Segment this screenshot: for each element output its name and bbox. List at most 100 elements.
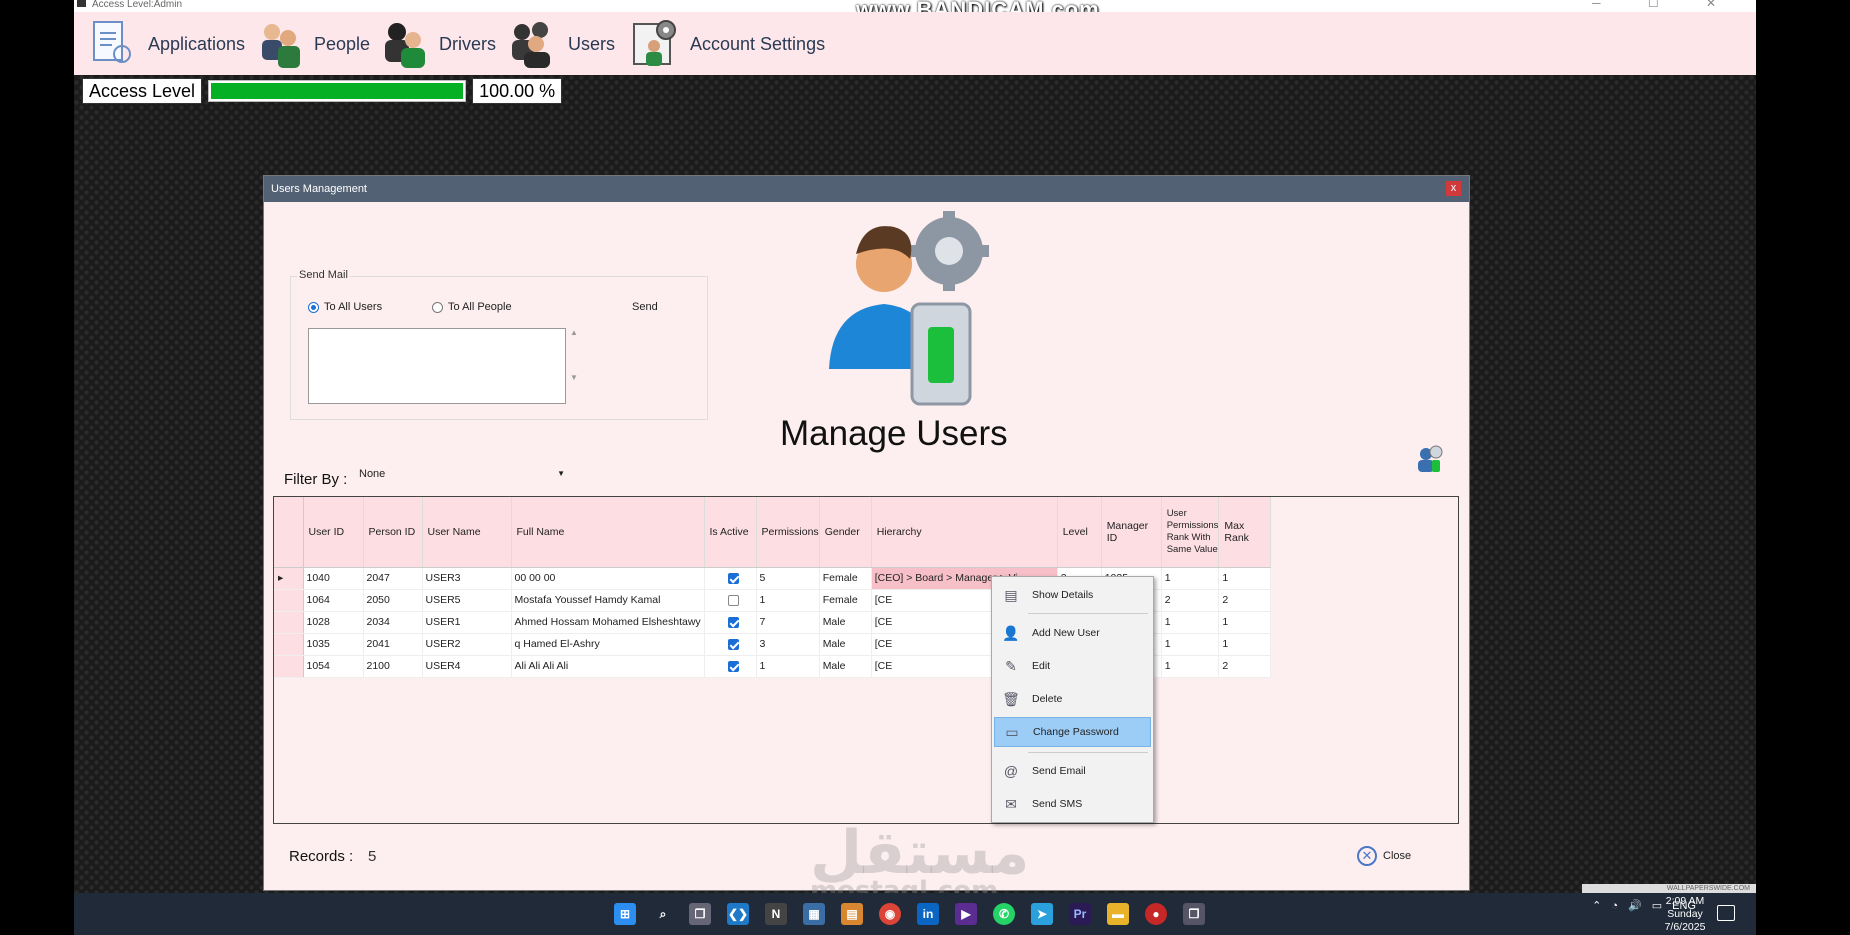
visual-studio-icon[interactable]: ▶: [955, 903, 977, 925]
users-grid[interactable]: User ID Person ID User Name Full Name Is…: [273, 496, 1459, 824]
cell-permissions[interactable]: 5: [756, 567, 820, 590]
menu-applications[interactable]: Applications: [88, 16, 245, 72]
dialog-close-button[interactable]: x: [1446, 181, 1461, 196]
ctx-add-new-user[interactable]: 👤 Add New User: [994, 618, 1151, 648]
cell-person-id[interactable]: 2100: [363, 655, 423, 678]
col-person-id[interactable]: Person ID: [363, 497, 423, 568]
window-switch-icon[interactable]: ❐: [1183, 903, 1205, 925]
window-controls[interactable]: ─ ☐ ✕: [1592, 0, 1738, 9]
cell-rank-same[interactable]: 1: [1161, 655, 1220, 678]
cell-user-id[interactable]: 1035: [303, 633, 364, 656]
cell-max-rank[interactable]: 2: [1218, 589, 1272, 612]
notification-icon[interactable]: [1717, 905, 1735, 921]
cell-max-rank[interactable]: 2: [1218, 655, 1272, 678]
taskbar-clock[interactable]: 2:09 AM Sunday 7/6/2025: [1644, 895, 1726, 934]
cell-is-active[interactable]: [704, 567, 757, 590]
cell-max-rank[interactable]: 1: [1218, 611, 1272, 634]
col-level[interactable]: Level: [1057, 497, 1102, 568]
record-icon[interactable]: ●: [1145, 903, 1167, 925]
row-header[interactable]: [274, 589, 304, 612]
ctx-show-details[interactable]: ▤ Show Details: [994, 580, 1151, 610]
app-icon-running[interactable]: ▤: [841, 903, 863, 925]
cell-is-active[interactable]: [704, 655, 757, 678]
col-manager-id[interactable]: Manager ID: [1101, 497, 1162, 568]
notion-icon[interactable]: N: [765, 903, 787, 925]
chrome-icon[interactable]: ◉: [879, 903, 901, 925]
cell-full-name[interactable]: Mostafa Youssef Hamdy Kamal: [511, 589, 705, 612]
cell-user-id[interactable]: 1054: [303, 655, 364, 678]
file-explorer-icon[interactable]: ▬: [1107, 903, 1129, 925]
linkedin-icon[interactable]: in: [917, 903, 939, 925]
whatsapp-icon[interactable]: ✆: [993, 903, 1015, 925]
ctx-edit[interactable]: ✎ Edit: [994, 651, 1151, 681]
cell-max-rank[interactable]: 1: [1218, 633, 1272, 656]
cell-user-name[interactable]: USER2: [422, 633, 512, 656]
cell-rank-same[interactable]: 1: [1161, 611, 1220, 634]
start-icon[interactable]: ⊞: [614, 903, 636, 925]
cell-person-id[interactable]: 2047: [363, 567, 423, 590]
calculator-icon[interactable]: ▦: [803, 903, 825, 925]
cell-max-rank[interactable]: 1: [1218, 567, 1272, 590]
row-header[interactable]: [274, 633, 304, 656]
mail-scrollbar[interactable]: ▲ ▼: [568, 328, 580, 404]
menu-users[interactable]: Users: [508, 16, 615, 72]
chevron-up-icon[interactable]: ⌃: [1592, 899, 1601, 912]
cell-gender[interactable]: Male: [819, 611, 872, 634]
cell-is-active[interactable]: [704, 589, 757, 612]
col-rank-same-value[interactable]: User Permissions Rank With Same Value: [1161, 497, 1220, 568]
radio-to-all-people[interactable]: To All People: [432, 301, 512, 313]
cell-gender[interactable]: Male: [819, 655, 872, 678]
col-user-name[interactable]: User Name: [422, 497, 512, 568]
cell-rank-same[interactable]: 1: [1161, 567, 1220, 590]
menu-account-settings[interactable]: Account Settings: [630, 16, 825, 72]
cell-user-name[interactable]: USER3: [422, 567, 512, 590]
row-header[interactable]: [274, 655, 304, 678]
vscode-icon[interactable]: ❮❯: [727, 903, 749, 925]
menu-drivers[interactable]: Drivers: [379, 16, 496, 72]
network-icon[interactable]: ◔: [1611, 900, 1618, 912]
cell-rank-same[interactable]: 2: [1161, 589, 1220, 612]
is-active-checkbox[interactable]: [727, 572, 739, 584]
cell-user-id[interactable]: 1064: [303, 589, 364, 612]
cell-person-id[interactable]: 2034: [363, 611, 423, 634]
cell-gender[interactable]: Male: [819, 633, 872, 656]
row-header[interactable]: ▸: [274, 567, 304, 590]
cell-full-name[interactable]: q Hamed El-Ashry: [511, 633, 705, 656]
cell-user-id[interactable]: 1028: [303, 611, 364, 634]
add-user-button[interactable]: [1414, 444, 1444, 474]
cell-permissions[interactable]: 7: [756, 611, 820, 634]
premiere-icon[interactable]: Pr: [1069, 903, 1091, 925]
send-button[interactable]: Send: [632, 301, 658, 313]
cell-is-active[interactable]: [704, 611, 757, 634]
filter-by-select[interactable]: None ▼: [354, 466, 569, 484]
col-full-name[interactable]: Full Name: [511, 497, 705, 568]
mail-message-textarea[interactable]: [308, 328, 566, 404]
is-active-checkbox[interactable]: [727, 616, 739, 628]
cell-permissions[interactable]: 3: [756, 633, 820, 656]
col-is-active[interactable]: Is Active: [704, 497, 757, 568]
cell-person-id[interactable]: 2050: [363, 589, 423, 612]
is-active-checkbox[interactable]: [727, 660, 739, 672]
menu-people[interactable]: People: [254, 16, 370, 72]
is-active-checkbox[interactable]: [727, 594, 739, 606]
col-max-rank[interactable]: Max Rank: [1218, 497, 1272, 568]
col-gender[interactable]: Gender: [819, 497, 872, 568]
search-icon[interactable]: ⌕: [652, 903, 674, 925]
volume-icon[interactable]: 🔊: [1628, 899, 1642, 912]
cell-is-active[interactable]: [704, 633, 757, 656]
radio-to-all-users[interactable]: To All Users: [308, 301, 382, 313]
ctx-send-email[interactable]: @ Send Email: [994, 756, 1151, 786]
ctx-change-password[interactable]: ▭ Change Password: [994, 717, 1151, 747]
cell-full-name[interactable]: 00 00 00: [511, 567, 705, 590]
cell-rank-same[interactable]: 1: [1161, 633, 1220, 656]
cell-user-name[interactable]: USER4: [422, 655, 512, 678]
cell-person-id[interactable]: 2041: [363, 633, 423, 656]
close-button[interactable]: ✕ Close: [1357, 846, 1411, 866]
ctx-send-sms[interactable]: ✉ Send SMS: [994, 789, 1151, 819]
col-hierarchy[interactable]: Hierarchy: [871, 497, 1058, 568]
task-view-icon[interactable]: ❐: [689, 903, 711, 925]
cell-user-id[interactable]: 1040: [303, 567, 364, 590]
cell-permissions[interactable]: 1: [756, 655, 820, 678]
ctx-delete[interactable]: 🗑 Delete: [994, 684, 1151, 714]
cell-full-name[interactable]: Ali Ali Ali Ali: [511, 655, 705, 678]
